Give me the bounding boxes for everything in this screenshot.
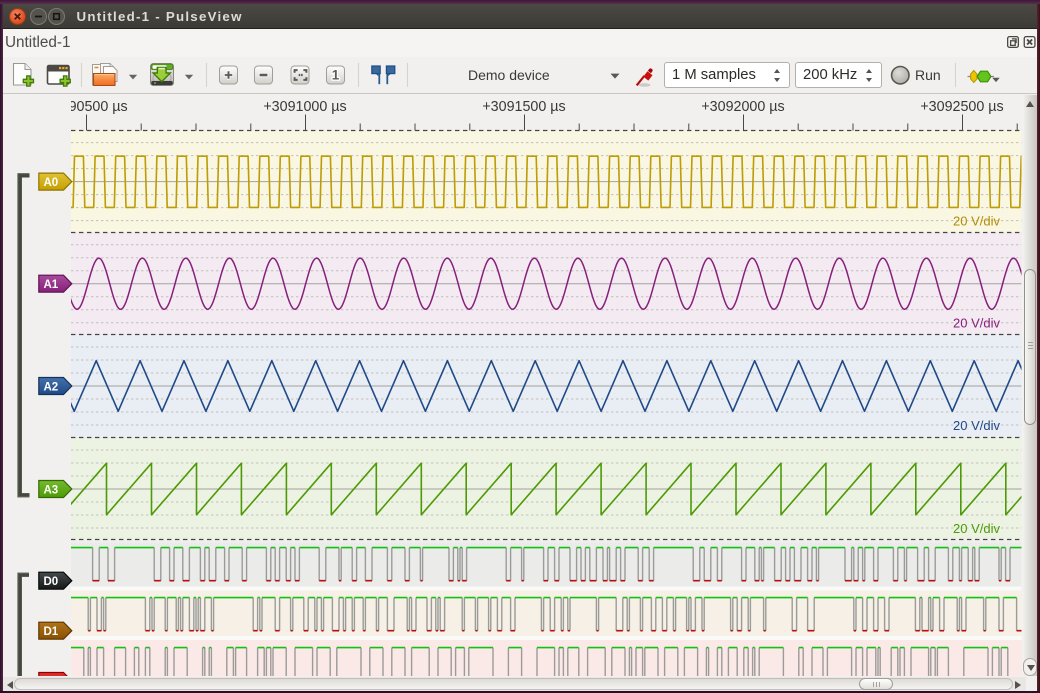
svg-text:20 V/div: 20 V/div <box>953 521 1000 536</box>
svg-text:+3092500 µs: +3092500 µs <box>920 99 1003 115</box>
svg-text:20 V/div: 20 V/div <box>953 418 1000 433</box>
svg-text:A1: A1 <box>43 279 58 291</box>
svg-text:A0: A0 <box>43 177 58 189</box>
svg-text:20 V/div: 20 V/div <box>953 316 1000 331</box>
svg-text:A2: A2 <box>43 381 58 393</box>
svg-text:+3091500 µs: +3091500 µs <box>482 99 565 115</box>
svg-text:+3092000 µs: +3092000 µs <box>701 99 784 115</box>
svg-text:D1: D1 <box>43 626 58 638</box>
svg-text:A3: A3 <box>43 484 58 496</box>
svg-text:1: 1 <box>332 68 340 83</box>
svg-text:20 V/div: 20 V/div <box>953 213 1000 228</box>
svg-text:D0: D0 <box>43 576 58 588</box>
svg-text:+3091000 µs: +3091000 µs <box>263 99 346 115</box>
